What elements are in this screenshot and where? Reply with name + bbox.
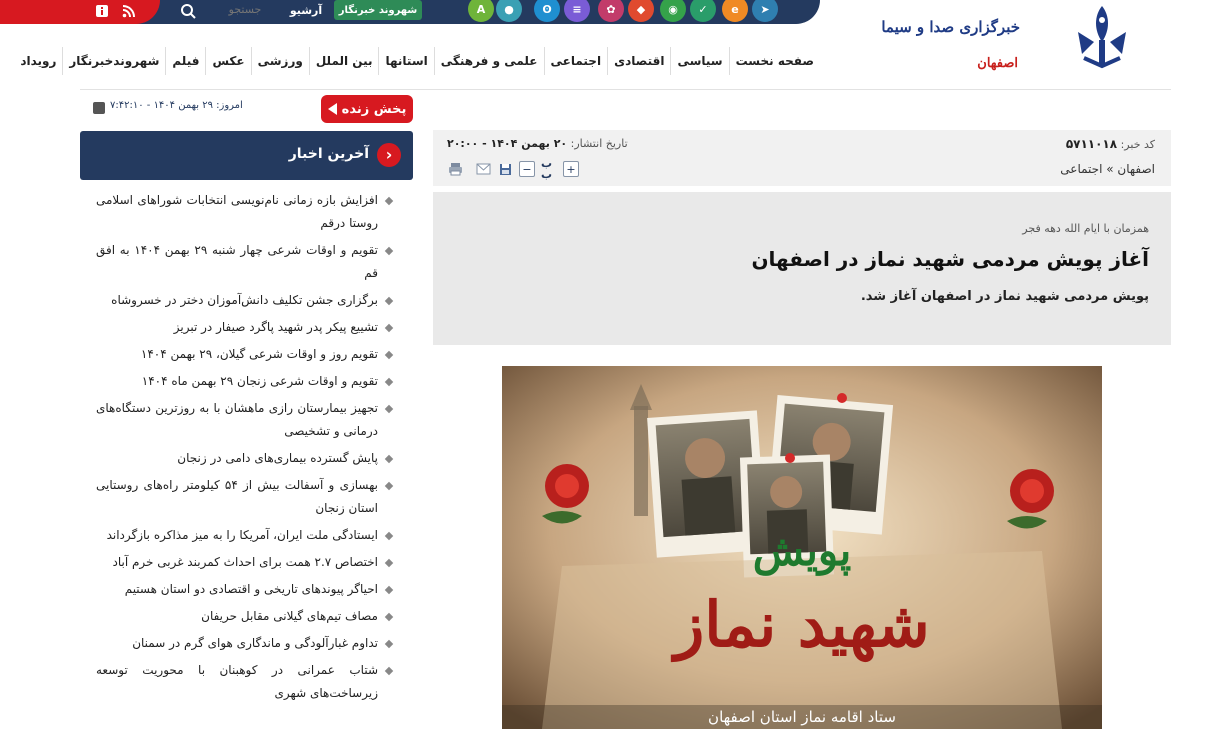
site-logo[interactable]: خبرگزاری صدا و سیما اصفهان [881,0,1140,80]
news-item[interactable]: تقویم و اوقات شرعی چهار شنبه ۲۹ بهمن ۱۴۰… [96,239,396,285]
search-icon[interactable] [178,3,196,21]
android-app-icon[interactable]: A [468,0,494,22]
telegram-app-icon[interactable]: ➤ [752,0,778,22]
font-size-icon: ب ب [541,157,553,181]
print-icon[interactable] [447,161,463,177]
publish-date: تاریخ انتشار: ۲۰ بهمن ۱۴۰۴ - ۲۰:۰۰ [447,137,628,150]
main-nav: صفحه نخست سیاسی اقتصادی اجتماعی علمی و ف… [14,46,820,76]
news-item[interactable]: احیاگر پیوندهای تاریخی و اقتصادی دو استا… [96,578,396,601]
latest-news-title: آخرین اخبار [288,146,369,162]
rss-icon[interactable] [120,3,136,19]
soroush-app-icon[interactable]: ◉ [660,0,686,22]
article-meta: کد خبر: ۵۷۱۱۰۱۸ تاریخ انتشار: ۲۰ بهمن ۱۴… [433,130,1171,186]
latest-news-header: ‹ آخرین اخبار [80,131,413,180]
news-item[interactable]: تقویم روز و اوقات شرعی گیلان، ۲۹ بهمن ۱۴… [96,343,396,366]
chevron-left-icon[interactable]: ‹ [377,143,401,167]
nav-event[interactable]: رویداد [14,47,62,75]
poster-footer: ستاد اقامه نماز استان اصفهان [502,705,1102,729]
nav-home[interactable]: صفحه نخست [728,47,820,75]
bale-app-icon[interactable]: ◆ [628,0,654,22]
gap-app-icon[interactable]: ✓ [690,0,716,22]
save-icon[interactable] [497,161,513,177]
nav-provinces[interactable]: استانها [378,47,433,75]
poster-title: پویش [752,526,852,575]
news-item[interactable]: مصاف تیم‌های گیلانی مقابل حریفان [96,605,396,628]
article-lead: پویش مردمی شهید نماز در اصفهان آغاز شد. [860,289,1149,304]
info-icon[interactable] [94,3,110,19]
zoom-out-icon[interactable]: − [519,161,535,177]
eitaa-app-icon[interactable]: ≡ [564,0,590,22]
rubika-app-icon[interactable]: ʘ [534,0,560,22]
news-item[interactable]: برگزاری جشن تکلیف دانش‌آموزان دختر در خس… [96,289,396,312]
today-date: امروز: ۲۹ بهمن ۱۴۰۴ - ۷:۴۲:۱۰ [110,100,243,111]
article-headline: آغاز پویش مردمی شهید نماز در اصفهان [751,247,1149,271]
nav-photo[interactable]: عکس [205,47,250,75]
nav-social[interactable]: اجتماعی [543,47,608,75]
poster-main-text: شهید نماز [674,588,930,661]
news-item[interactable]: تجهیز بیمارستان رازی ماهشان با به روزتری… [96,397,396,443]
nav-science-culture[interactable]: علمی و فرهنگی [433,47,544,75]
brand-name: خبرگزاری صدا و سیما [881,18,1020,36]
article-tools: − ب ب + [447,157,579,181]
nav-video[interactable]: فیلم [165,47,205,75]
top-bar-accent [0,0,160,24]
article-pre-title: همزمان با ایام الله دهه فجر [1022,222,1149,235]
nav-sports[interactable]: ورزشی [250,47,309,75]
citizen-reporter-button[interactable]: شهروند خبرنگار [334,0,422,20]
nav-international[interactable]: بین الملل [308,47,379,75]
email-icon[interactable] [475,161,491,177]
news-item[interactable]: تشییع پیکر پدر شهید پاگرد صیفار در تبریز [96,316,396,339]
nav-politics[interactable]: سیاسی [670,47,728,75]
archive-button[interactable]: آرشیو [286,0,326,20]
latest-news-list: افزایش بازه زمانی نام‌نویسی انتخابات شور… [96,189,396,709]
search-input[interactable] [210,0,280,18]
news-code-label: کد خبر: [1120,138,1155,151]
news-item[interactable]: تداوم غبارآلودگی و ماندگاری هوای گرم در … [96,632,396,655]
calendar-icon [93,102,105,114]
breadcrumb[interactable]: اصفهان » اجتماعی [1060,162,1155,176]
apple-app-icon[interactable]: ● [496,0,522,22]
nav-economy[interactable]: اقتصادی [607,47,670,75]
aparat-app-icon[interactable]: ✿ [598,0,624,22]
article-lead-box: همزمان با ایام الله دهه فجر آغاز پویش مر… [433,192,1171,345]
top-bar: آرشیو شهروند خبرنگار A ● ʘ ≡ ✿ ◆ ◉ ✓ e ➤ [0,0,820,24]
news-item[interactable]: افزایش بازه زمانی نام‌نویسی انتخابات شور… [96,189,396,235]
news-item[interactable]: بهسازی و آسفالت بیش از ۵۴ کیلومتر راه‌ها… [96,474,396,520]
live-label: پخش زنده [341,101,407,117]
brand-region: اصفهان [977,56,1018,71]
publish-date-label: تاریخ انتشار: [570,137,628,150]
live-stream-button[interactable]: پخش زنده [321,95,413,123]
zoom-in-icon[interactable]: + [563,161,579,177]
play-icon [327,103,337,115]
news-item[interactable]: شتاب عمرانی در کوهبنان با محوریت توسعه ز… [96,659,396,705]
article-image[interactable]: پویش شهید نماز ستاد اقامه نماز استان اصف… [502,366,1102,729]
publish-date-value: ۲۰ بهمن ۱۴۰۴ - ۲۰:۰۰ [447,137,568,150]
news-item[interactable]: ایستادگی ملت ایران، آمریکا را به میز مذا… [96,524,396,547]
igap-app-icon[interactable]: e [722,0,748,22]
news-item[interactable]: پایش گسترده بیماری‌های دامی در زنجان [96,447,396,470]
header-divider [80,89,1171,90]
news-item[interactable]: اختصاص ۲.۷ همت برای احداث کمربند غربی خر… [96,551,396,574]
news-code: کد خبر: ۵۷۱۱۰۱۸ [1066,137,1155,151]
news-code-value: ۵۷۱۱۰۱۸ [1065,137,1118,151]
news-item[interactable]: تقویم و اوقات شرعی زنجان ۲۹ بهمن ماه ۱۴۰… [96,370,396,393]
nav-citizen-reporter[interactable]: شهروندخبرنگار [62,47,165,75]
